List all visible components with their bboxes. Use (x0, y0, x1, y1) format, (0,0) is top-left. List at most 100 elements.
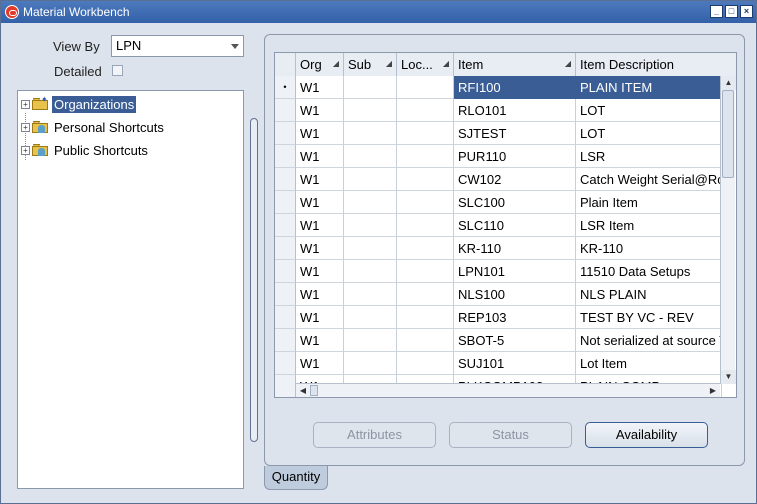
scroll-thumb[interactable] (722, 90, 734, 178)
table-cell[interactable] (344, 122, 397, 145)
table-cell[interactable] (397, 237, 454, 260)
table-cell[interactable]: Lot Item (576, 352, 722, 375)
scroll-thumb[interactable] (310, 385, 318, 396)
table-cell[interactable]: PLAIN ITEM (576, 76, 722, 99)
tree-item-organizations[interactable]: + ✦ Organizations (21, 94, 137, 114)
column-header-locator[interactable]: Loc... ◢ (397, 53, 454, 76)
table-cell[interactable]: Not serialized at source T (576, 329, 722, 352)
table-cell[interactable]: NLS PLAIN (576, 283, 722, 306)
table-cell[interactable]: CW102 (454, 168, 576, 191)
table-cell[interactable] (397, 214, 454, 237)
table-cell[interactable]: LPN101 (454, 260, 576, 283)
table-cell[interactable]: W1 (296, 260, 344, 283)
column-header-sub[interactable]: Sub ◢ (344, 53, 397, 76)
row-selector[interactable]: • (275, 76, 296, 99)
row-selector[interactable] (275, 122, 296, 145)
table-cell[interactable] (397, 329, 454, 352)
table-cell[interactable] (344, 214, 397, 237)
attributes-button[interactable]: Attributes (313, 422, 436, 448)
table-cell[interactable]: KR-110 (454, 237, 576, 260)
row-selector[interactable] (275, 145, 296, 168)
table-cell[interactable]: W1 (296, 145, 344, 168)
row-selector[interactable] (275, 168, 296, 191)
table-cell[interactable]: Plain Item (576, 191, 722, 214)
row-selector[interactable] (275, 329, 296, 352)
row-selector[interactable] (275, 191, 296, 214)
table-cell[interactable] (397, 99, 454, 122)
maximize-icon[interactable]: □ (725, 5, 738, 18)
scroll-up-icon[interactable]: ▲ (721, 76, 736, 90)
table-cell[interactable] (397, 306, 454, 329)
availability-button[interactable]: Availability (585, 422, 708, 448)
table-cell[interactable]: SLC100 (454, 191, 576, 214)
row-selector[interactable] (275, 237, 296, 260)
table-cell[interactable] (344, 237, 397, 260)
row-selector[interactable] (275, 306, 296, 329)
table-cell[interactable] (397, 168, 454, 191)
table-cell[interactable] (344, 283, 397, 306)
title-bar[interactable]: Material Workbench _ □ × (1, 1, 756, 23)
table-cell[interactable]: W1 (296, 237, 344, 260)
table-cell[interactable]: 11510 Data Setups (576, 260, 722, 283)
view-by-select[interactable]: LPN (111, 35, 244, 57)
table-cell[interactable]: LOT (576, 99, 722, 122)
table-cell[interactable] (344, 76, 397, 99)
table-cell[interactable]: TEST BY VC - REV (576, 306, 722, 329)
row-selector[interactable] (275, 99, 296, 122)
column-header-item-description[interactable]: Item Description (576, 53, 736, 76)
row-selector[interactable] (275, 375, 296, 397)
table-cell[interactable]: REP103 (454, 306, 576, 329)
table-cell[interactable]: SBOT-5 (454, 329, 576, 352)
table-cell[interactable]: LSR Item (576, 214, 722, 237)
table-cell[interactable]: W1 (296, 168, 344, 191)
table-cell[interactable]: SLC110 (454, 214, 576, 237)
table-cell[interactable]: SJTEST (454, 122, 576, 145)
tab-quantity[interactable]: Quantity (264, 466, 328, 490)
expand-icon[interactable]: + (21, 99, 30, 109)
table-cell[interactable]: W1 (296, 283, 344, 306)
table-cell[interactable] (344, 168, 397, 191)
tree-item-public-shortcuts[interactable]: + Public Shortcuts (21, 140, 150, 160)
status-button[interactable]: Status (449, 422, 572, 448)
table-cell[interactable]: W1 (296, 214, 344, 237)
table-cell[interactable]: SUJ101 (454, 352, 576, 375)
table-cell[interactable]: W1 (296, 191, 344, 214)
table-cell[interactable] (397, 122, 454, 145)
table-cell[interactable]: NLS100 (454, 283, 576, 306)
table-cell[interactable]: W1 (296, 99, 344, 122)
scroll-left-icon[interactable]: ◀ (296, 384, 310, 397)
minimize-icon[interactable]: _ (710, 5, 723, 18)
table-cell[interactable] (344, 352, 397, 375)
table-cell[interactable]: W1 (296, 306, 344, 329)
table-cell[interactable] (397, 283, 454, 306)
table-cell[interactable] (397, 352, 454, 375)
table-cell[interactable] (397, 191, 454, 214)
column-header-org[interactable]: Org ◢ (296, 53, 344, 76)
table-cell[interactable] (344, 99, 397, 122)
table-cell[interactable] (344, 306, 397, 329)
table-cell[interactable] (344, 260, 397, 283)
table-cell[interactable] (344, 191, 397, 214)
table-cell[interactable]: KR-110 (576, 237, 722, 260)
table-cell[interactable]: LOT (576, 122, 722, 145)
row-selector[interactable] (275, 214, 296, 237)
table-cell[interactable] (397, 145, 454, 168)
row-selector[interactable] (275, 260, 296, 283)
scroll-down-icon[interactable]: ▼ (721, 370, 736, 384)
grid-vertical-scrollbar[interactable]: ▲ ▼ (720, 76, 736, 384)
table-cell[interactable]: RFI100 (454, 76, 576, 99)
table-cell[interactable]: RLO101 (454, 99, 576, 122)
table-cell[interactable] (397, 76, 454, 99)
scroll-right-icon[interactable]: ▶ (706, 384, 720, 397)
grid-horizontal-scrollbar[interactable]: ◀ ▶ (296, 383, 720, 397)
table-cell[interactable]: W1 (296, 352, 344, 375)
expand-icon[interactable]: + (21, 145, 30, 155)
row-selector[interactable] (275, 352, 296, 375)
table-cell[interactable] (344, 329, 397, 352)
row-selector[interactable] (275, 283, 296, 306)
tree-item-personal-shortcuts[interactable]: + Personal Shortcuts (21, 117, 166, 137)
table-cell[interactable]: W1 (296, 122, 344, 145)
table-cell[interactable]: Catch Weight Serial@Rc (576, 168, 722, 191)
close-icon[interactable]: × (740, 5, 753, 18)
table-cell[interactable]: LSR (576, 145, 722, 168)
